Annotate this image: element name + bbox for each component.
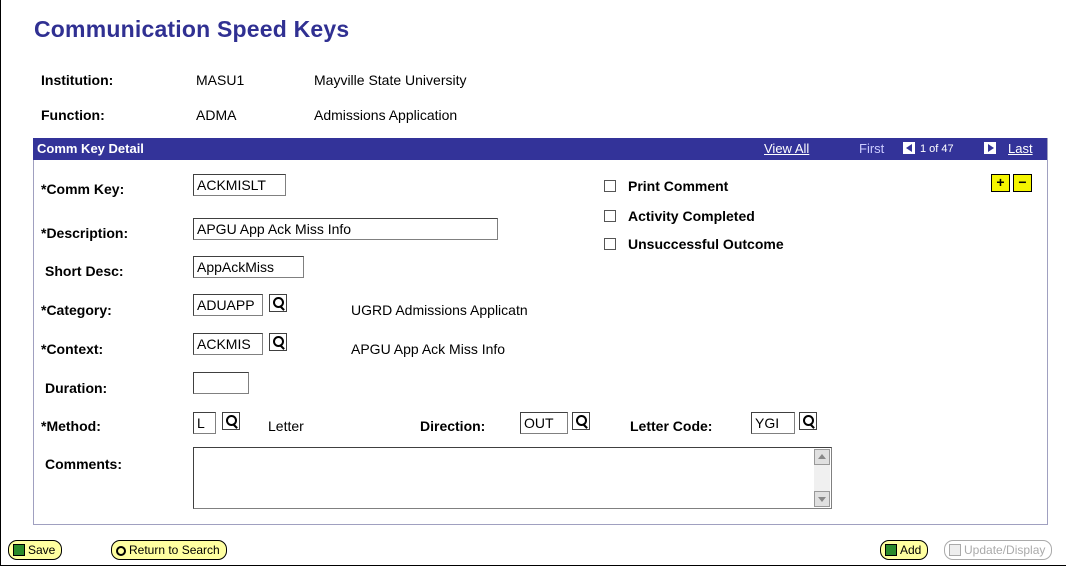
context-description: APGU App Ack Miss Info bbox=[351, 341, 506, 357]
short-desc-field[interactable]: AppAckMiss bbox=[193, 256, 304, 278]
method-lookup-icon[interactable] bbox=[222, 412, 240, 430]
save-button[interactable]: Save bbox=[8, 540, 63, 560]
print-comment-checkbox[interactable] bbox=[604, 180, 616, 192]
activity-completed-checkbox[interactable] bbox=[604, 210, 616, 222]
direction-label: Direction: bbox=[420, 418, 486, 434]
first-label: First bbox=[859, 141, 885, 156]
institution-label: Institution: bbox=[41, 72, 114, 88]
direction-field[interactable]: OUT bbox=[520, 412, 568, 434]
print-comment-label: Print Comment bbox=[628, 178, 729, 194]
context-field[interactable]: ACKMIS bbox=[193, 333, 263, 355]
unsuccessful-outcome-label: Unsuccessful Outcome bbox=[628, 236, 784, 252]
comments-scrollbar[interactable] bbox=[814, 449, 830, 507]
function-label: Function: bbox=[41, 107, 105, 123]
context-lookup-icon[interactable] bbox=[269, 333, 287, 351]
add-label: Add bbox=[900, 543, 922, 557]
section-title: Comm Key Detail bbox=[37, 141, 144, 156]
comm-key-field[interactable]: ACKMISLT bbox=[193, 174, 286, 196]
direction-lookup-icon[interactable] bbox=[572, 412, 590, 430]
activity-completed-label: Activity Completed bbox=[628, 208, 755, 224]
return-to-search-button[interactable]: Return to Search bbox=[111, 540, 227, 560]
letter-code-label: Letter Code: bbox=[630, 418, 713, 434]
context-label: *Context: bbox=[41, 341, 104, 357]
method-field[interactable]: L bbox=[193, 412, 216, 434]
next-arrow-icon[interactable] bbox=[984, 142, 996, 154]
last-link[interactable]: Last bbox=[1008, 141, 1033, 156]
update-display-label: Update/Display bbox=[964, 543, 1046, 557]
update-display-button: Update/Display bbox=[944, 540, 1053, 560]
search-icon bbox=[116, 546, 126, 556]
category-description: UGRD Admissions Applicatn bbox=[351, 302, 528, 318]
comments-textarea[interactable] bbox=[193, 447, 832, 509]
description-label: *Description: bbox=[41, 225, 129, 241]
page-title: Communication Speed Keys bbox=[34, 16, 350, 42]
comments-label: Comments: bbox=[45, 456, 123, 472]
scroll-up-icon[interactable] bbox=[814, 449, 830, 465]
category-label: *Category: bbox=[41, 302, 112, 318]
category-field[interactable]: ADUAPP bbox=[193, 294, 263, 316]
save-label: Save bbox=[28, 543, 56, 557]
previous-arrow-icon[interactable] bbox=[903, 142, 915, 154]
institution-name: Mayville State University bbox=[314, 72, 467, 88]
comm-key-label: *Comm Key: bbox=[41, 181, 125, 197]
category-lookup-icon[interactable] bbox=[269, 294, 287, 312]
function-code: ADMA bbox=[196, 107, 237, 123]
add-button[interactable]: Add bbox=[880, 540, 929, 560]
letter-code-lookup-icon[interactable] bbox=[799, 412, 817, 430]
function-name: Admissions Application bbox=[314, 107, 458, 123]
page-counter: 1 of 47 bbox=[920, 143, 954, 155]
delete-row-button[interactable]: − bbox=[1013, 174, 1032, 192]
add-row-button[interactable]: + bbox=[991, 174, 1010, 192]
short-desc-label: Short Desc: bbox=[45, 263, 124, 279]
method-label: *Method: bbox=[41, 418, 101, 434]
institution-code: MASU1 bbox=[196, 72, 245, 88]
scroll-down-icon[interactable] bbox=[814, 491, 830, 507]
unsuccessful-outcome-checkbox[interactable] bbox=[604, 238, 616, 250]
return-to-search-label: Return to Search bbox=[129, 543, 220, 557]
view-all-link[interactable]: View All bbox=[764, 141, 809, 156]
section-header-bar: Comm Key Detail View All First 1 of 47 L… bbox=[33, 138, 1047, 160]
letter-code-field[interactable]: YGI bbox=[751, 412, 795, 434]
save-icon bbox=[13, 544, 25, 556]
duration-field[interactable] bbox=[193, 372, 249, 394]
method-description: Letter bbox=[268, 418, 304, 434]
update-display-icon bbox=[949, 544, 961, 556]
add-icon bbox=[885, 544, 897, 556]
duration-label: Duration: bbox=[45, 380, 108, 396]
description-field[interactable]: APGU App Ack Miss Info bbox=[193, 218, 498, 240]
